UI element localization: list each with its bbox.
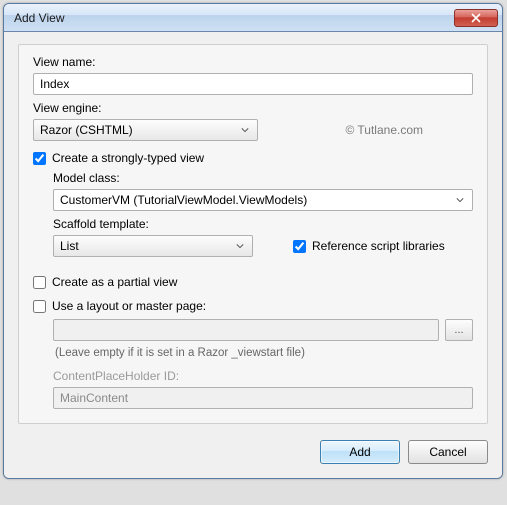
scaffold-label: Scaffold template: — [53, 217, 473, 231]
scaffold-select[interactable]: List — [53, 235, 253, 257]
browse-label: ... — [454, 324, 463, 336]
cancel-button[interactable]: Cancel — [408, 440, 488, 464]
cph-label: ContentPlaceHolder ID: — [53, 369, 473, 383]
view-engine-label: View engine: — [33, 101, 473, 115]
ref-scripts-input[interactable] — [293, 240, 306, 253]
view-engine-select[interactable]: Razor (CSHTML) — [33, 119, 258, 141]
close-icon — [471, 13, 481, 23]
close-button[interactable] — [454, 9, 498, 27]
chevron-down-icon — [452, 192, 468, 208]
view-name-input[interactable] — [33, 73, 473, 95]
watermark: © Tutlane.com — [345, 123, 423, 137]
strongly-typed-checkbox[interactable]: Create a strongly-typed view — [33, 151, 473, 165]
form-panel: View name: View engine: Razor (CSHTML) ©… — [18, 44, 488, 424]
browse-button[interactable]: ... — [445, 319, 473, 341]
partial-view-label: Create as a partial view — [52, 275, 177, 289]
layout-path-input — [53, 319, 439, 341]
ref-scripts-label: Reference script libraries — [312, 239, 445, 253]
partial-view-input[interactable] — [33, 276, 46, 289]
cph-input — [53, 387, 473, 409]
view-name-label: View name: — [33, 55, 473, 69]
use-layout-input[interactable] — [33, 300, 46, 313]
layout-hint: (Leave empty if it is set in a Razor _vi… — [55, 347, 473, 359]
titlebar[interactable]: Add View — [4, 4, 502, 32]
add-button[interactable]: Add — [320, 440, 400, 464]
scaffold-value: List — [60, 239, 79, 253]
model-class-value: CustomerVM (TutorialViewModel.ViewModels… — [60, 193, 307, 207]
chevron-down-icon — [232, 238, 248, 254]
button-row: Add Cancel — [18, 440, 488, 464]
model-class-select[interactable]: CustomerVM (TutorialViewModel.ViewModels… — [53, 189, 473, 211]
ref-scripts-checkbox[interactable]: Reference script libraries — [293, 239, 445, 253]
chevron-down-icon — [237, 122, 253, 138]
partial-view-checkbox[interactable]: Create as a partial view — [33, 275, 473, 289]
use-layout-checkbox[interactable]: Use a layout or master page: — [33, 299, 473, 313]
strongly-typed-input[interactable] — [33, 152, 46, 165]
window-title: Add View — [14, 11, 454, 25]
use-layout-label: Use a layout or master page: — [52, 299, 206, 313]
view-engine-value: Razor (CSHTML) — [40, 123, 133, 137]
strongly-typed-label: Create a strongly-typed view — [52, 151, 204, 165]
add-view-dialog: Add View View name: View engine: Razor (… — [3, 3, 503, 479]
model-class-label: Model class: — [53, 171, 473, 185]
